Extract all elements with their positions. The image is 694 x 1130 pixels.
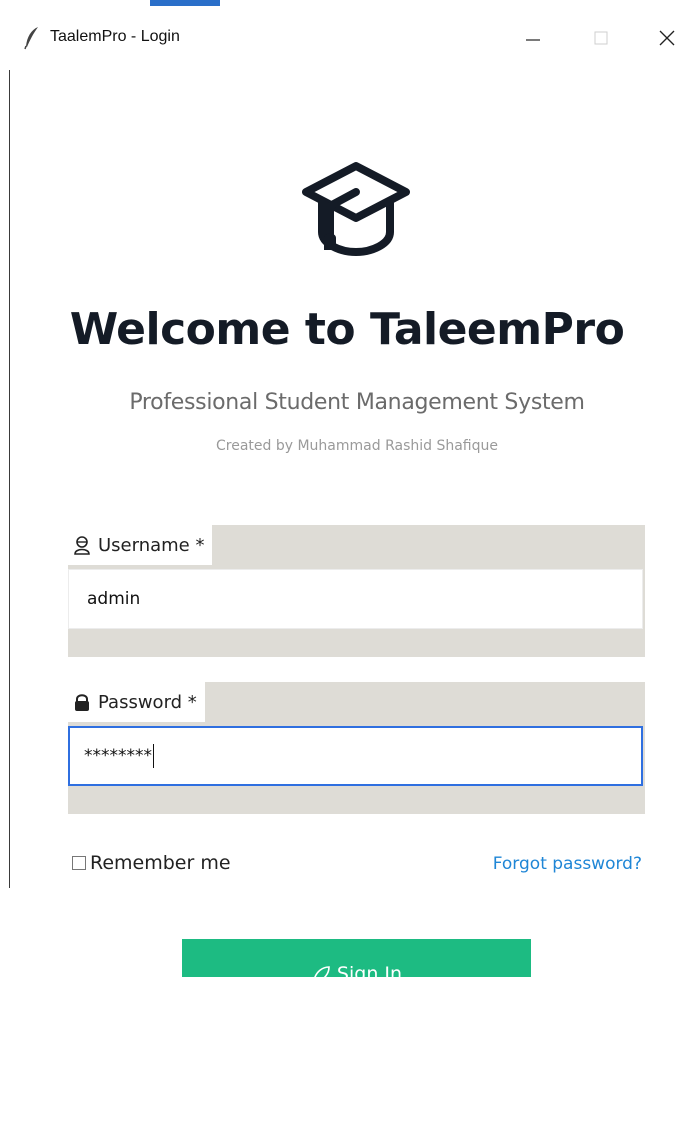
close-icon (659, 30, 675, 46)
forgot-password-link[interactable]: Forgot password? (493, 854, 642, 874)
close-button[interactable] (644, 18, 690, 58)
checkbox-box[interactable] (72, 856, 86, 870)
window-title: TaalemPro - Login (50, 28, 180, 45)
password-label: Password * (68, 682, 205, 722)
username-field[interactable]: admin (68, 569, 643, 629)
feather-icon (24, 27, 38, 50)
lock-icon (75, 694, 89, 711)
username-group: Username * admin (68, 525, 645, 657)
password-group: Password * ******** (68, 682, 645, 814)
sign-in-button[interactable]: Sign In (182, 939, 531, 977)
password-field[interactable]: ******** (68, 726, 643, 786)
username-label: Username * (68, 525, 213, 565)
username-label-text: Username * (98, 534, 205, 556)
text-caret (153, 744, 154, 768)
password-label-text: Password * (98, 691, 197, 713)
remember-me-label: Remember me (90, 852, 231, 874)
username-value: admin (87, 589, 141, 609)
rocket-icon (313, 965, 330, 977)
subtitle: Professional Student Management System (129, 390, 585, 415)
minimize-icon (526, 39, 540, 41)
welcome-heading: Welcome to TaleemPro (69, 304, 625, 355)
remember-me-checkbox[interactable]: Remember me (72, 852, 231, 874)
password-value: ******** (84, 746, 152, 766)
sign-in-label: Sign In (336, 963, 403, 977)
credit-text: Created by Muhammad Rashid Shafique (216, 438, 498, 454)
maximize-button[interactable] (578, 18, 624, 58)
minimize-button[interactable] (510, 18, 556, 58)
graduation-cap-icon (302, 162, 410, 256)
title-bar[interactable]: TaalemPro - Login (0, 10, 694, 66)
user-icon (74, 536, 90, 555)
window-left-edge (9, 70, 10, 888)
maximize-icon (594, 31, 608, 45)
